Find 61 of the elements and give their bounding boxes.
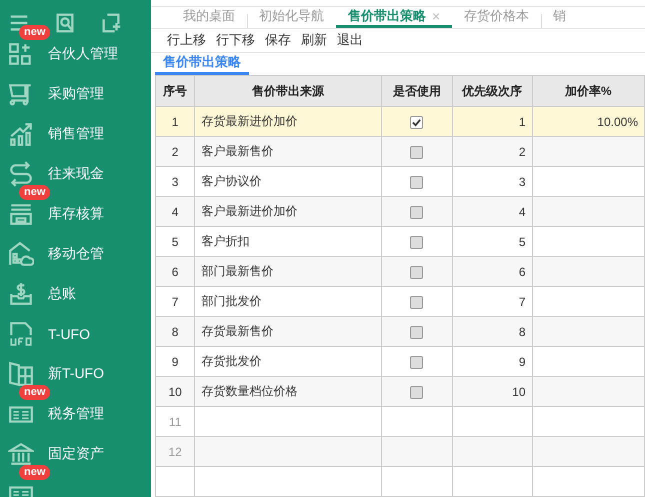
sidebar-item[interactable]: 新T-UFO [48,365,104,383]
tab[interactable]: 售价带出策略 × [336,7,452,28]
document-icon [8,321,34,347]
new-badge: new [19,385,50,400]
add-icon[interactable] [100,12,122,34]
search-icon[interactable] [54,12,76,34]
checkbox[interactable] [410,176,424,189]
sidebar-item[interactable]: 库存核算 [48,205,104,223]
table-row[interactable]: 3 客户协议价 3 [156,166,644,196]
check-icon [412,118,422,127]
exchange-icon [8,161,34,187]
bank-icon [8,441,34,467]
checkbox[interactable] [410,116,424,129]
checkbox[interactable] [410,386,424,399]
sidebar-item[interactable]: 采购管理 [48,85,104,103]
house-icon [8,241,34,267]
sidebar-item[interactable]: 固定资产 [48,445,104,463]
checkbox[interactable] [410,206,424,219]
new-badge: new [19,25,50,40]
table-row[interactable]: 10 存货数量档位价格 10 [156,376,644,406]
checkbox[interactable] [410,296,424,309]
sidebar-item[interactable]: 合伙人管理 [48,45,118,63]
dollar-tray-icon [8,281,34,307]
table-row[interactable]: 7 部门批发价 7 [156,286,644,316]
sidebar-item[interactable]: 销售管理 [48,125,104,143]
checkbox[interactable] [410,146,424,159]
table-row[interactable]: 8 存货最新售价 8 [156,316,644,346]
sidebar-item[interactable]: 往来现金 [48,165,104,183]
tab[interactable]: 初始化导航 [247,7,336,28]
new-badge: new [19,185,50,200]
table-row[interactable]: 4 客户最新进价加价 4 [156,196,644,226]
table-row[interactable]: 5 客户折扣 5 [156,226,644,256]
building-icon [8,361,34,387]
new-badge: new [19,465,50,480]
checkbox[interactable] [410,266,424,279]
chart-icon [8,121,34,147]
column-header: 优先级次序 [452,76,532,106]
checkbox[interactable] [410,356,424,369]
toolbar-button[interactable]: 刷新 [301,31,327,50]
sidebar-item[interactable]: 移动仓管 [48,245,104,263]
table-row[interactable]: 6 部门最新售价 6 [156,256,644,286]
column-header: 加价率% [532,76,644,106]
toolbar-button[interactable]: 退出 [337,31,363,50]
toolbar-button[interactable]: 行上移 [167,31,206,50]
checkbox[interactable] [410,236,424,249]
table-row[interactable]: 2 客户最新售价 2 [156,136,644,166]
sidebar-item[interactable]: 税务管理 [48,405,104,423]
tab[interactable]: 我的桌面 [171,7,247,28]
grid-icon [8,41,34,67]
checkbox[interactable] [410,326,424,339]
sidebar-item[interactable]: 总账 [48,285,76,303]
toolbar-button[interactable]: 行下移 [216,31,255,50]
table-row[interactable]: 9 存货批发价 9 [156,346,644,376]
tab[interactable]: 存货价格本 [452,7,542,28]
table-row[interactable]: 1 存货最新进价加价 1 10.00% [156,106,644,136]
column-header: 是否使用 [381,76,452,106]
sidebar-item[interactable]: T-UFO [48,326,90,342]
toolbar-button[interactable]: 保存 [265,31,291,50]
column-header: 序号 [156,76,195,106]
column-header: 售价带出来源 [194,76,382,106]
tab[interactable]: 销 [541,7,578,28]
